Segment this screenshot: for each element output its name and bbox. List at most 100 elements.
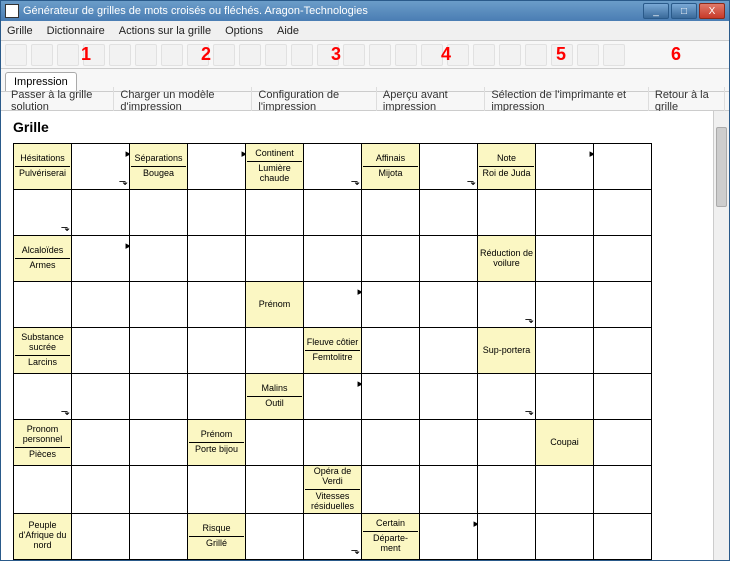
toolbar-button[interactable]	[265, 44, 287, 66]
toolbar-button[interactable]	[343, 44, 365, 66]
clue-cell: Coupai	[536, 420, 594, 466]
grid-cell	[72, 328, 130, 374]
clue-cell: Peuple d'Afrique du nord	[14, 513, 72, 559]
toolbar-button[interactable]	[447, 44, 469, 66]
clue-cell: Réduction de voilure	[478, 236, 536, 282]
grid-cell	[188, 190, 246, 236]
arrow-down-icon: ⬎	[351, 545, 360, 557]
grid-cell	[420, 420, 478, 466]
toolbar-button[interactable]	[161, 44, 183, 66]
vertical-scrollbar[interactable]	[713, 111, 729, 560]
toolbar-button[interactable]	[395, 44, 417, 66]
toolbar-button[interactable]	[31, 44, 53, 66]
toolbar-button[interactable]	[57, 44, 79, 66]
grid-cell	[594, 328, 652, 374]
grid-cell	[246, 236, 304, 282]
grid-cell	[14, 282, 72, 328]
grid-cell: ▸	[188, 144, 246, 190]
grid-cell	[130, 328, 188, 374]
toolbar-button[interactable]	[499, 44, 521, 66]
grid-cell	[420, 190, 478, 236]
clue-cell: Fleuve côtierFemtolitre	[304, 328, 362, 374]
menu-aide[interactable]: Aide	[277, 25, 299, 37]
grid-cell	[72, 374, 130, 420]
toolbar-button[interactable]	[525, 44, 547, 66]
clue-cell: Sup-portera	[478, 328, 536, 374]
grid-cell	[188, 328, 246, 374]
toolbar-button[interactable]	[473, 44, 495, 66]
grid-cell	[246, 190, 304, 236]
clue-cell: NoteRoi de Juda	[478, 144, 536, 190]
toolbar-button[interactable]	[369, 44, 391, 66]
toolbar-button[interactable]	[577, 44, 599, 66]
toolbar-button[interactable]	[135, 44, 157, 66]
impression-toolbar: Passer à la grille solution Charger un m…	[1, 91, 729, 111]
toolbar-button[interactable]	[317, 44, 339, 66]
grid-cell	[188, 466, 246, 514]
grid-cell	[420, 328, 478, 374]
grid-cell	[304, 190, 362, 236]
menu-grille[interactable]: Grille	[7, 25, 33, 37]
toolbar-button[interactable]	[603, 44, 625, 66]
minimize-button[interactable]: _	[643, 3, 669, 19]
grid-cell	[362, 190, 420, 236]
grid-cell	[72, 513, 130, 559]
grid-cell	[130, 466, 188, 514]
grid-cell	[246, 328, 304, 374]
toolbar-button[interactable]	[187, 44, 209, 66]
arrow-down-icon: ⬎	[119, 176, 128, 188]
clue-cell: ContinentLumière chaude	[246, 144, 304, 190]
arrow-down-icon: ⬎	[351, 176, 360, 188]
arrow-down-icon: ⬎	[61, 222, 70, 234]
grid-cell: ▸	[304, 282, 362, 328]
menu-actions[interactable]: Actions sur la grille	[119, 25, 211, 37]
toolbar-button[interactable]	[421, 44, 443, 66]
annotation-6: 6	[671, 44, 681, 65]
maximize-button[interactable]: □	[671, 3, 697, 19]
grid-cell: ⬎	[478, 374, 536, 420]
grid-cell	[72, 190, 130, 236]
toolbar-button[interactable]	[5, 44, 27, 66]
grid-cell: ▸	[304, 374, 362, 420]
grid-cell	[420, 374, 478, 420]
app-icon	[5, 4, 19, 18]
toolbar-button[interactable]	[551, 44, 573, 66]
toolbar-button[interactable]	[83, 44, 105, 66]
menubar: Grille Dictionnaire Actions sur la grill…	[1, 21, 729, 41]
clue-cell: PrénomPorte bijou	[188, 420, 246, 466]
grid-cell	[594, 420, 652, 466]
grid-cell	[536, 328, 594, 374]
clue-cell: HésitationsPulvériserai	[14, 144, 72, 190]
clue-cell: RisqueGrillé	[188, 513, 246, 559]
grid-cell	[536, 236, 594, 282]
grid-cell	[246, 420, 304, 466]
toolbar-button[interactable]	[213, 44, 235, 66]
grid-cell	[188, 236, 246, 282]
arrow-down-icon: ⬎	[61, 406, 70, 418]
grid-cell	[594, 282, 652, 328]
content-area: Grille HésitationsPulvériserai ▸⬎ Sépara…	[1, 111, 729, 560]
clue-cell: Substance sucréeLarcins	[14, 328, 72, 374]
grid-cell	[594, 513, 652, 559]
toolbar-button[interactable]	[239, 44, 261, 66]
grid-cell	[594, 190, 652, 236]
grid-cell	[594, 144, 652, 190]
window-title: Générateur de grilles de mots croisés ou…	[23, 5, 368, 17]
grid-cell	[594, 374, 652, 420]
grid-cell: ▸⬎	[72, 144, 130, 190]
grid-cell: ▸	[536, 144, 594, 190]
grid-cell	[72, 420, 130, 466]
clue-cell: AffinaisMijota	[362, 144, 420, 190]
menu-dictionnaire[interactable]: Dictionnaire	[47, 25, 105, 37]
grid-cell	[14, 466, 72, 514]
toolbar-button[interactable]	[109, 44, 131, 66]
close-button[interactable]: X	[699, 3, 725, 19]
arrow-down-icon: ⬎	[525, 406, 534, 418]
arrow-down-icon: ⬎	[525, 314, 534, 326]
grid-cell: ▸	[420, 513, 478, 559]
grid-cell: ⬎	[14, 190, 72, 236]
menu-options[interactable]: Options	[225, 25, 263, 37]
toolbar-button[interactable]	[291, 44, 313, 66]
grid-cell	[420, 236, 478, 282]
scrollbar-thumb[interactable]	[716, 127, 727, 207]
